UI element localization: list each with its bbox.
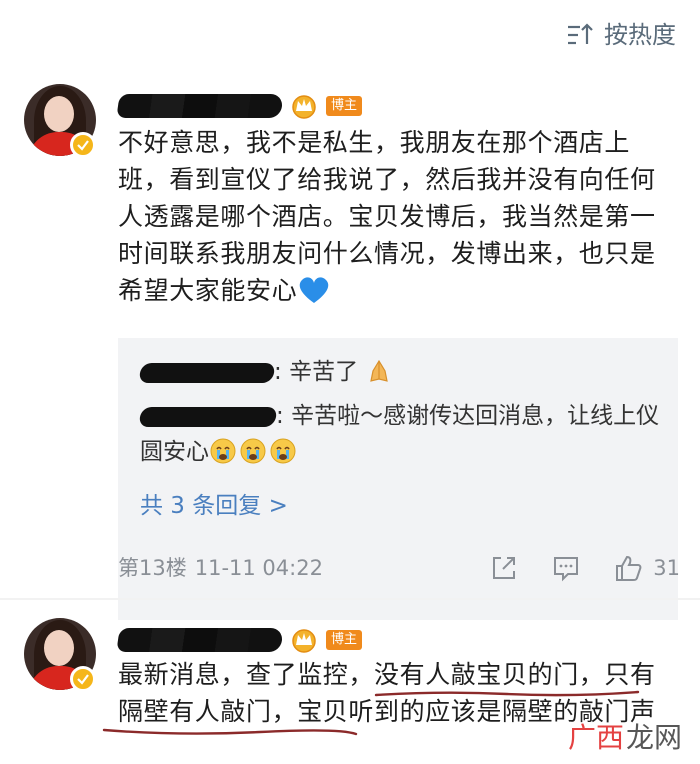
crying-face-icon [240,438,266,464]
site-watermark: 广西 龙网 [568,716,682,756]
thumbs-up-icon [616,555,642,581]
sort-toggle[interactable]: 按热度 [566,18,676,52]
blogger-badge: 博主 [326,630,363,650]
comment-divider [0,598,700,600]
sort-label: 按热度 [604,21,676,49]
crying-face-icon [270,438,296,464]
comment-icon[interactable] [551,553,581,583]
author-row: 博主 [116,624,363,656]
like-button[interactable]: 31 [613,553,680,583]
redacted-reply-username [138,406,278,427]
comment-time: 11-11 04:22 [194,556,323,580]
crown-icon [292,95,316,119]
author-row: 博主 [116,90,363,122]
blue-heart-icon [299,277,329,303]
comment-body-part: 最新消息，查了监控 [118,660,349,689]
pray-hands-icon [370,359,389,382]
comment-text: 不好意思，我不是私生，我朋友在那个酒店上班，看到宣仪了给我说了，然后我并没有向任… [118,124,680,309]
reply-text: 辛苦了 [289,359,359,385]
redacted-username [116,628,284,652]
reply-item[interactable]: : 辛苦了 [138,354,660,390]
share-icon[interactable] [489,553,519,583]
comment-body-underlined: ，没有人敲宝贝的门， [348,660,605,689]
like-count: 31 [653,556,680,580]
watermark-part: 广西 [567,721,624,754]
floor-number: 第13楼 [118,556,187,580]
verified-icon [70,132,96,158]
crown-icon [292,629,316,653]
reply-item[interactable]: : 辛苦啦～感谢传达回消息，让线上仪圆安心 [138,398,660,470]
crying-face-icon [210,438,236,464]
action-bar: 31 [489,553,680,583]
comment-meta: 第13楼 11-11 04:22 31 [118,550,680,586]
sort-icon [568,23,593,45]
comment-body: 不好意思，我不是私生，我朋友在那个酒店上班，看到宣仪了给我说了，然后我并没有向任… [118,128,656,305]
weibo-comments-page: 按热度 博主 不好意思，我不是私生，我朋友在那个酒店上班，看到宣仪了给我说了，然… [0,0,700,764]
comment-body-part: ，宝贝听到的应该是隔壁 [271,697,554,726]
redacted-reply-username [138,362,276,383]
more-replies-link[interactable]: 共 3 条回复 > [140,488,288,524]
redacted-username [116,94,284,118]
watermark-part: 龙网 [625,721,682,754]
blogger-badge: 博主 [326,96,363,116]
verified-icon [70,666,96,692]
